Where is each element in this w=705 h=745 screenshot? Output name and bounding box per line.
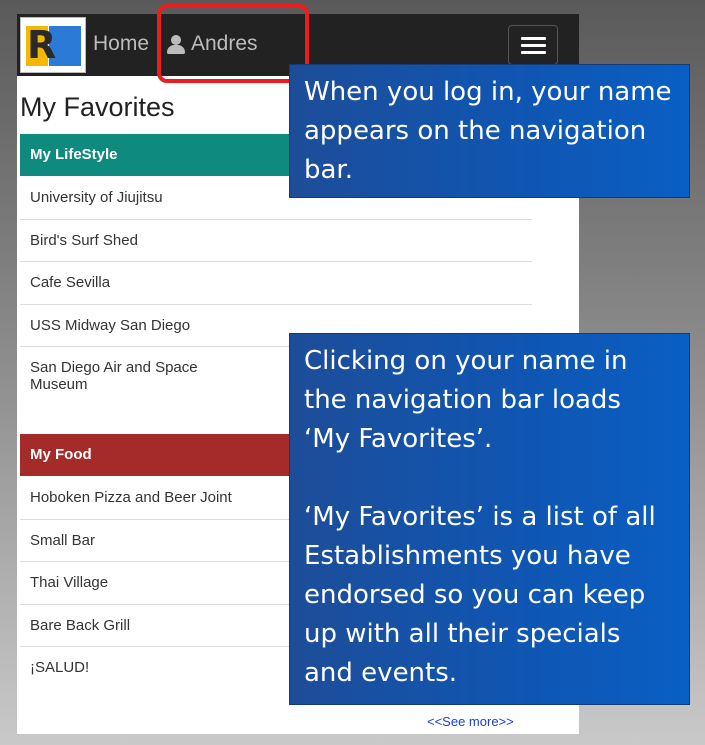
page-title: My Favorites (20, 92, 175, 122)
logo-letter: R (27, 23, 57, 67)
highlight-box (157, 4, 309, 83)
callout-text: Clicking on your name in the navigation … (304, 346, 628, 454)
callout-text: ‘My Favorites’ is a list of all Establis… (304, 502, 656, 688)
see-more-link[interactable]: <<See more>> (427, 714, 514, 729)
list-item[interactable]: Bird's Surf Shed (20, 220, 532, 262)
list-item[interactable]: San Diego Air and Space Museum (20, 347, 220, 414)
logo-icon[interactable]: R (20, 17, 86, 73)
callout-name-on-navbar: When you log in, your name appears on th… (289, 64, 690, 198)
list-item[interactable]: Cafe Sevilla (20, 262, 532, 305)
hamburger-menu-icon[interactable] (508, 25, 558, 65)
callout-my-favorites: Clicking on your name in the navigation … (289, 333, 690, 705)
callout-text: When you log in, your name appears on th… (304, 77, 672, 185)
nav-home-link[interactable]: Home (93, 32, 149, 56)
